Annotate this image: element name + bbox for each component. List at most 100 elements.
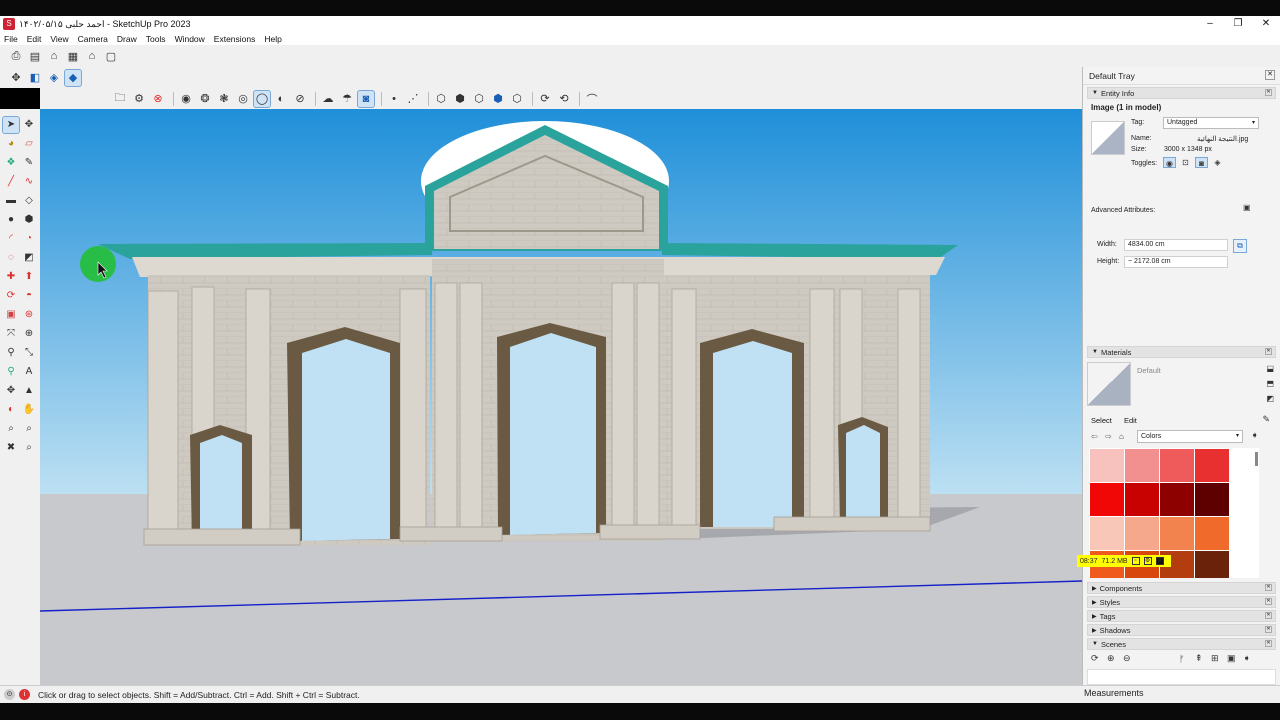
color-swatch[interactable] bbox=[1160, 449, 1194, 482]
stamp-icon[interactable]: ⬡ bbox=[471, 91, 487, 107]
scene-thumbnail-icon[interactable]: ▣ bbox=[1227, 653, 1243, 664]
back-arrow-icon[interactable]: ⇦ bbox=[1091, 432, 1105, 441]
panel-close-icon[interactable]: ✕ bbox=[1265, 626, 1272, 633]
geo-location-icon[interactable]: ⊙ bbox=[4, 689, 15, 700]
tab-edit[interactable]: Edit bbox=[1124, 416, 1137, 425]
polygon-icon[interactable]: ⬢ bbox=[21, 212, 37, 228]
entity-info-header[interactable]: ▼ Entity Info ✕ bbox=[1087, 87, 1276, 99]
dimension-icon[interactable]: ⊛ bbox=[21, 307, 37, 323]
back-edges-icon[interactable]: ◯ bbox=[253, 89, 271, 108]
gear-icon[interactable]: ⚙ bbox=[131, 91, 147, 107]
monochrome-icon[interactable]: ◙ bbox=[357, 89, 375, 108]
components-header[interactable]: ▶ Components ✕ bbox=[1087, 582, 1276, 594]
styles-header[interactable]: ▶ Styles ✕ bbox=[1087, 596, 1276, 608]
model-viewport[interactable] bbox=[40, 109, 1082, 685]
swatch-scrollbar[interactable] bbox=[1255, 452, 1258, 466]
circle-icon[interactable]: ● bbox=[3, 212, 19, 228]
menu-edit[interactable]: Edit bbox=[27, 34, 42, 44]
move-view-icon[interactable]: ✥ bbox=[8, 70, 24, 86]
front-view-icon[interactable]: ◆ bbox=[64, 68, 82, 87]
forward-arrow-icon[interactable]: ⇨ bbox=[1105, 432, 1119, 441]
add-scene-icon[interactable]: ⊕ bbox=[1107, 653, 1123, 664]
visibility-toggle-icon[interactable]: ◉ bbox=[1163, 157, 1176, 168]
layers-icon[interactable]: ❂ bbox=[197, 91, 213, 107]
scene-details-icon[interactable]: ➧ bbox=[1243, 653, 1259, 664]
zoom-icon[interactable]: ✥ bbox=[3, 383, 19, 399]
shaded-icon[interactable]: ☁ bbox=[320, 91, 336, 107]
eraser-icon[interactable]: ▱ bbox=[21, 136, 37, 152]
scene-properties-icon[interactable]: ᚠ bbox=[1179, 654, 1195, 664]
add-detail-icon[interactable]: ⟲ bbox=[556, 91, 572, 107]
close-window-button[interactable]: ✕ bbox=[1252, 16, 1280, 32]
layers-alt-icon[interactable]: ❃ bbox=[216, 91, 232, 107]
menu-camera[interactable]: Camera bbox=[78, 34, 108, 44]
line-icon[interactable]: ╱ bbox=[3, 174, 19, 190]
lock-proportions-icon[interactable]: ⧉ bbox=[1233, 239, 1247, 253]
cancel-icon[interactable]: ⊗ bbox=[150, 91, 166, 107]
material-name[interactable]: Default bbox=[1137, 366, 1161, 375]
overlay-stop-icon[interactable]: ■ bbox=[1155, 557, 1164, 565]
xray-icon[interactable]: ◎ bbox=[235, 91, 251, 107]
outliner-icon[interactable]: ⌕ bbox=[21, 440, 37, 456]
orbit-icon[interactable]: ⚲ bbox=[3, 364, 19, 380]
name-value[interactable]: النتیجة النهائية.jpg bbox=[1197, 135, 1248, 143]
color-swatch[interactable] bbox=[1160, 517, 1194, 550]
walk-icon[interactable]: ✋ bbox=[21, 402, 37, 418]
position-camera-icon[interactable]: ⌕ bbox=[3, 421, 19, 437]
rotate-icon[interactable]: ◩ bbox=[21, 250, 37, 266]
color-swatch[interactable] bbox=[1125, 483, 1159, 516]
hidden-line-icon[interactable]: ⊘ bbox=[292, 91, 308, 107]
minimize-button[interactable]: – bbox=[1196, 16, 1224, 32]
panel-close-icon[interactable]: ✕ bbox=[1265, 89, 1272, 96]
menu-file[interactable]: File bbox=[4, 34, 18, 44]
color-swatch[interactable] bbox=[1195, 517, 1229, 550]
tape-icon[interactable]: ▣ bbox=[3, 307, 19, 323]
panel-close-icon[interactable]: ✕ bbox=[1265, 640, 1272, 647]
3d-text-icon[interactable]: ⤡ bbox=[21, 345, 37, 361]
menu-draw[interactable]: Draw bbox=[117, 34, 137, 44]
tags-header[interactable]: ▶ Tags ✕ bbox=[1087, 610, 1276, 622]
lock-toggle-icon[interactable]: ⊡ bbox=[1179, 157, 1192, 168]
eyedropper-icon[interactable]: ✎ bbox=[1262, 414, 1270, 425]
flip-icon[interactable]: ⟳ bbox=[537, 91, 553, 107]
color-swatch[interactable] bbox=[1090, 517, 1124, 550]
move-up-icon[interactable]: ⇞ bbox=[1195, 653, 1211, 664]
scenes-header[interactable]: ▼ Scenes ✕ bbox=[1087, 638, 1276, 650]
home-icon[interactable]: ⌂ bbox=[1119, 432, 1133, 441]
pencil-icon[interactable]: ✎ bbox=[21, 155, 37, 171]
component-icon[interactable]: ❖ bbox=[3, 155, 19, 171]
paint-icon[interactable]: ◕ bbox=[3, 136, 19, 152]
folder-icon[interactable]: 🗀 bbox=[112, 91, 128, 107]
axes-icon[interactable]: ⚲ bbox=[3, 345, 19, 361]
pan-icon[interactable]: ✥ bbox=[21, 117, 37, 133]
scale-icon[interactable]: ⟳ bbox=[3, 288, 19, 304]
collection-select[interactable]: Colors ▾ bbox=[1137, 430, 1243, 443]
select-icon[interactable]: ➤ bbox=[2, 115, 20, 134]
color-swatch[interactable] bbox=[1125, 517, 1159, 550]
menu-tools[interactable]: Tools bbox=[146, 34, 166, 44]
window-icon[interactable]: ▢ bbox=[103, 48, 119, 64]
color-swatch[interactable] bbox=[1160, 483, 1194, 516]
pie-icon[interactable]: ◔ bbox=[21, 231, 37, 247]
freehand-icon[interactable]: ∿ bbox=[21, 174, 37, 190]
smoove-icon[interactable]: ⬡ bbox=[509, 91, 525, 107]
receive-shadow-toggle-icon[interactable]: ◈ bbox=[1211, 157, 1224, 168]
arc-tool-icon[interactable]: ⌒ bbox=[584, 91, 600, 107]
menu-view[interactable]: View bbox=[50, 34, 68, 44]
iso-view-icon[interactable]: ◈ bbox=[46, 70, 62, 86]
move-icon[interactable]: ✚ bbox=[3, 269, 19, 285]
layers-tool-icon[interactable]: ✖ bbox=[3, 440, 19, 456]
sandbox-alt-icon[interactable]: ⬢ bbox=[452, 91, 468, 107]
materials-header[interactable]: ▼ Materials ✕ bbox=[1087, 346, 1276, 358]
tray-close-icon[interactable]: ✕ bbox=[1265, 70, 1275, 80]
house-icon[interactable]: ⌂ bbox=[84, 48, 100, 64]
shadow-toggle-icon[interactable]: ◙ bbox=[1195, 157, 1208, 168]
save-icon[interactable]: ▤ bbox=[27, 48, 43, 64]
view-options-icon[interactable]: ⊞ bbox=[1211, 653, 1227, 664]
open-icon[interactable]: ⎙ bbox=[8, 48, 24, 64]
menu-extensions[interactable]: Extensions bbox=[214, 34, 256, 44]
menu-window[interactable]: Window bbox=[175, 34, 205, 44]
create-material-icon[interactable]: ⬒ bbox=[1266, 379, 1274, 394]
panel-close-icon[interactable]: ✕ bbox=[1265, 348, 1272, 355]
section-plane-icon[interactable]: ⌕ bbox=[21, 421, 37, 437]
